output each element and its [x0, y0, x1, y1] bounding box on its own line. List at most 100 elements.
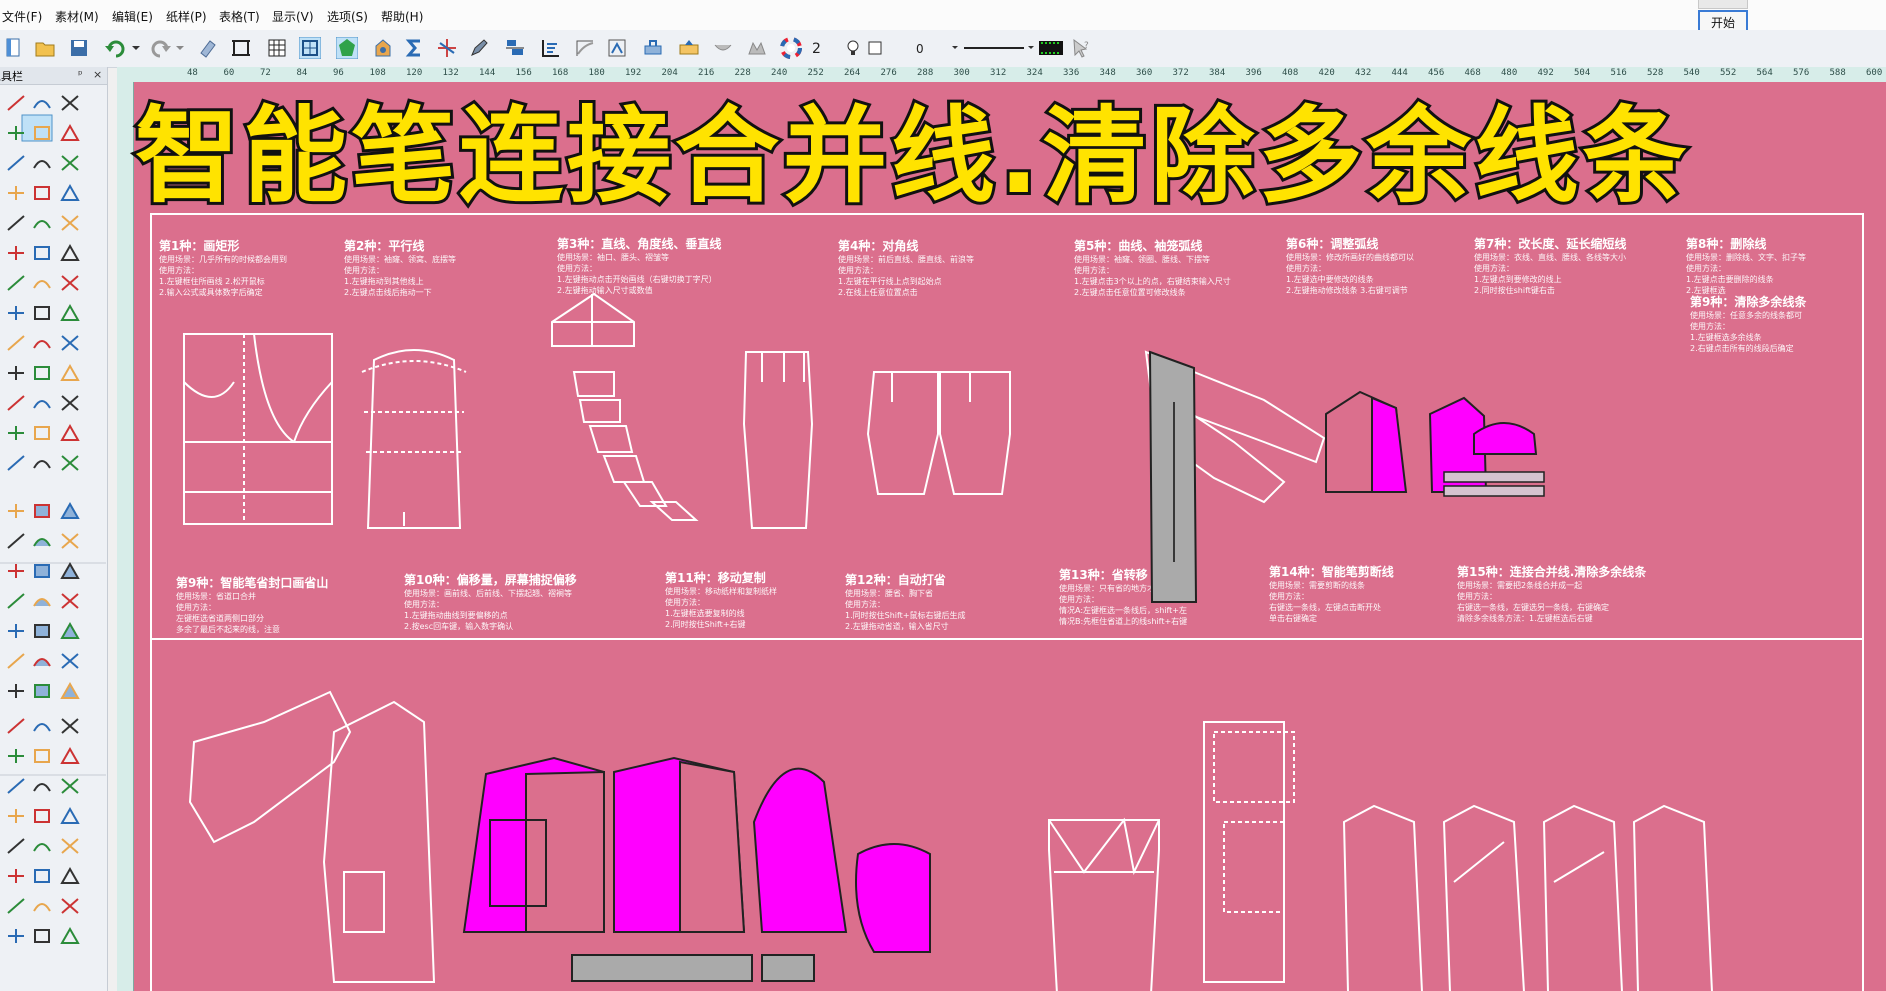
- color-wheel-icon[interactable]: [780, 37, 802, 59]
- tool-icon[interactable]: [30, 392, 54, 414]
- tool-icon[interactable]: [58, 620, 82, 642]
- tool-icon[interactable]: [4, 122, 28, 144]
- undo-icon[interactable]: [104, 37, 126, 59]
- tool-icon[interactable]: [4, 92, 28, 114]
- tool-icon[interactable]: [4, 530, 28, 552]
- tool-icon[interactable]: [4, 332, 28, 354]
- tool-icon[interactable]: [30, 92, 54, 114]
- tool-icon[interactable]: [30, 680, 54, 702]
- tool-icon[interactable]: [30, 715, 54, 737]
- tool-icon[interactable]: [4, 805, 28, 827]
- tool-icon[interactable]: [4, 835, 28, 857]
- tool-icon[interactable]: [58, 92, 82, 114]
- tool-icon[interactable]: [30, 620, 54, 642]
- tool-icon[interactable]: [58, 530, 82, 552]
- tool-icon[interactable]: [58, 650, 82, 672]
- tool-icon[interactable]: [30, 302, 54, 324]
- pattern-grid-icon[interactable]: [299, 37, 321, 59]
- tool-icon[interactable]: [30, 775, 54, 797]
- tool-icon[interactable]: [4, 302, 28, 324]
- menu-material[interactable]: 素材(M): [55, 8, 99, 25]
- save-icon[interactable]: [68, 37, 90, 59]
- tool-icon[interactable]: [58, 835, 82, 857]
- redo-dropdown-icon[interactable]: [172, 37, 194, 59]
- cross-point-icon[interactable]: [436, 37, 458, 59]
- tool-icon[interactable]: [58, 392, 82, 414]
- menu-view[interactable]: 显示(V): [272, 8, 314, 25]
- tool-icon[interactable]: [30, 332, 54, 354]
- new-file-icon[interactable]: [2, 37, 24, 59]
- tool-icon[interactable]: [4, 775, 28, 797]
- line-style-dropdown[interactable]: [948, 37, 1038, 59]
- tool-icon[interactable]: [58, 452, 82, 474]
- tool-icon[interactable]: [58, 745, 82, 767]
- help-pointer-icon[interactable]: ?: [1070, 37, 1092, 59]
- sum-icon[interactable]: [404, 37, 426, 59]
- tool-icon[interactable]: [30, 745, 54, 767]
- tool-icon[interactable]: [30, 152, 54, 174]
- shape-icon[interactable]: [336, 37, 358, 59]
- measure-curve-icon[interactable]: [574, 37, 596, 59]
- tool-icon[interactable]: [4, 272, 28, 294]
- tool-icon[interactable]: [30, 590, 54, 612]
- tool-icon[interactable]: [4, 182, 28, 204]
- line-width-value[interactable]: 0: [916, 42, 924, 56]
- pen-tool-icon[interactable]: [468, 37, 490, 59]
- tool-icon[interactable]: [30, 362, 54, 384]
- fold-pattern-icon[interactable]: [606, 37, 628, 59]
- menu-table[interactable]: 表格(T): [219, 8, 260, 25]
- grading-icon[interactable]: [540, 37, 562, 59]
- grid-table-icon[interactable]: [266, 37, 288, 59]
- grey-tool-2-icon[interactable]: [746, 37, 768, 59]
- open-folder-icon[interactable]: [34, 37, 56, 59]
- menu-help[interactable]: 帮助(H): [381, 8, 423, 25]
- close-panel-button[interactable]: ×: [93, 68, 102, 81]
- stamp-icon[interactable]: [642, 37, 664, 59]
- tool-icon[interactable]: [30, 895, 54, 917]
- tool-icon[interactable]: [58, 122, 82, 144]
- tool-icon[interactable]: [58, 775, 82, 797]
- layout-icon[interactable]: [504, 37, 526, 59]
- tool-icon[interactable]: [4, 362, 28, 384]
- size-table-icon[interactable]: [678, 37, 700, 59]
- pin-button[interactable]: ᵖ: [78, 68, 83, 81]
- tool-icon[interactable]: [30, 272, 54, 294]
- tool-icon[interactable]: [30, 925, 54, 947]
- tool-icon[interactable]: [30, 650, 54, 672]
- tool-icon[interactable]: [30, 500, 54, 522]
- tool-icon[interactable]: [58, 272, 82, 294]
- tool-icon[interactable]: [4, 680, 28, 702]
- tool-icon[interactable]: [4, 152, 28, 174]
- tool-icon[interactable]: [4, 865, 28, 887]
- grey-tool-icon[interactable]: [712, 37, 734, 59]
- tool-icon[interactable]: [4, 620, 28, 642]
- tool-icon[interactable]: [4, 715, 28, 737]
- tool-icon[interactable]: [30, 865, 54, 887]
- tool-icon[interactable]: [58, 212, 82, 234]
- tool-icon[interactable]: [58, 590, 82, 612]
- tool-icon[interactable]: [4, 590, 28, 612]
- tool-icon[interactable]: [58, 152, 82, 174]
- menu-edit[interactable]: 编辑(E): [112, 8, 153, 25]
- tool-icon[interactable]: [58, 865, 82, 887]
- tool-icon[interactable]: [30, 212, 54, 234]
- tool-icon[interactable]: [30, 452, 54, 474]
- tool-icon[interactable]: [58, 715, 82, 737]
- tool-icon[interactable]: [58, 925, 82, 947]
- tool-icon[interactable]: [4, 650, 28, 672]
- tool-icon[interactable]: [58, 805, 82, 827]
- tool-icon[interactable]: [4, 500, 28, 522]
- tool-icon[interactable]: [58, 560, 82, 582]
- tool-icon[interactable]: [30, 560, 54, 582]
- tool-icon[interactable]: [58, 302, 82, 324]
- tool-icon[interactable]: [4, 452, 28, 474]
- eraser-icon[interactable]: [196, 37, 218, 59]
- tool-icon[interactable]: [58, 895, 82, 917]
- tool-icon[interactable]: [4, 895, 28, 917]
- piece-icon[interactable]: [372, 37, 394, 59]
- tool-icon[interactable]: [30, 422, 54, 444]
- tool-icon[interactable]: [30, 242, 54, 264]
- redo-icon[interactable]: [150, 37, 172, 59]
- tool-icon[interactable]: [30, 835, 54, 857]
- menu-options[interactable]: 选项(S): [327, 8, 368, 25]
